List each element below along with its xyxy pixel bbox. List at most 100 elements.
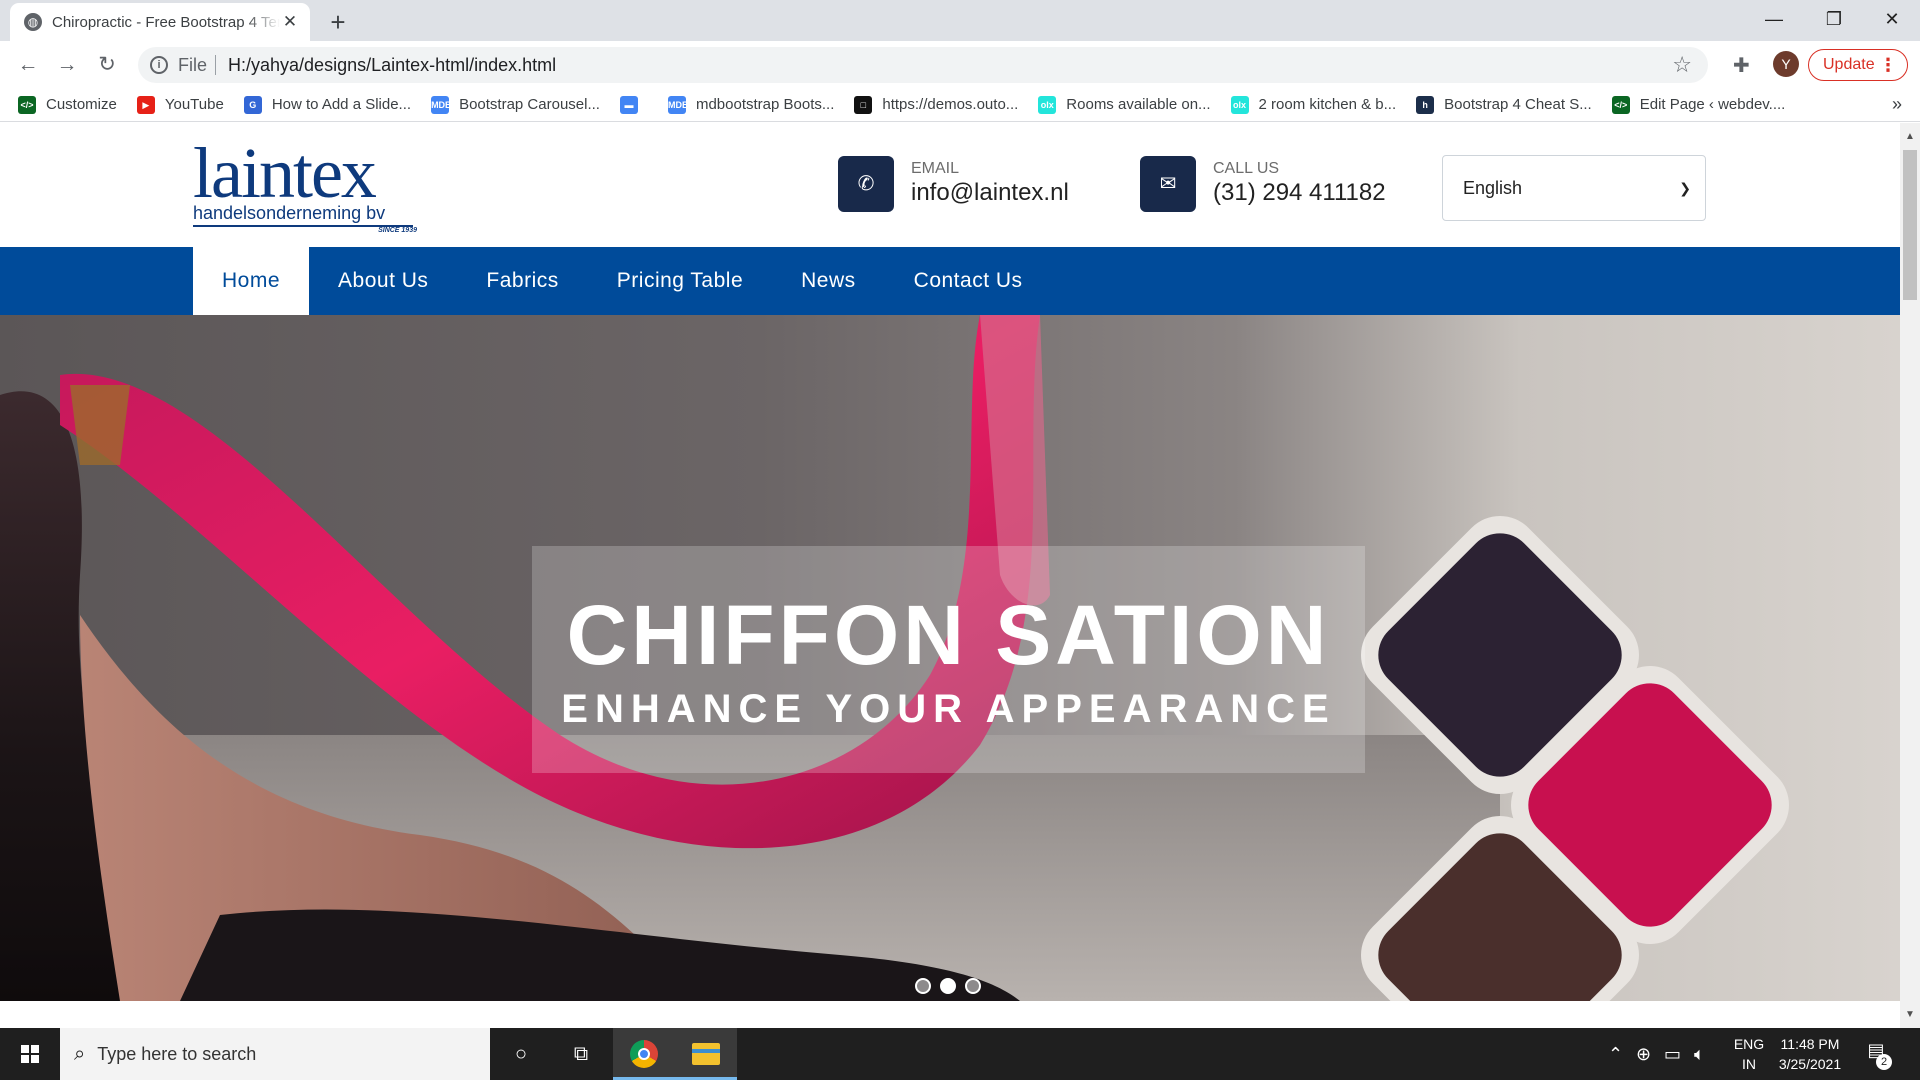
page-content-start [0, 1001, 1900, 1028]
cortana-circle-icon[interactable]: ○ [490, 1028, 552, 1080]
restore-button[interactable]: ❐ [1804, 4, 1864, 34]
hero-caption: CHIFFON SATION ENHANCE YOUR APPEARANCE [532, 546, 1365, 773]
email-value[interactable]: info@laintex.nl [911, 178, 1069, 208]
call-label: CALL US [1213, 160, 1280, 177]
nav-item-news[interactable]: News [772, 247, 885, 315]
new-tab-button[interactable]: + [325, 7, 351, 38]
windows-logo-icon [21, 1045, 39, 1063]
input-language[interactable]: ENG IN [1733, 1034, 1765, 1074]
start-button[interactable] [0, 1028, 60, 1080]
chevron-down-icon: ❯ [1679, 180, 1691, 196]
more-bookmarks-icon[interactable]: » [1892, 94, 1902, 115]
bookmark-label: Customize [46, 96, 117, 113]
folder-icon [692, 1043, 720, 1065]
profile-avatar[interactable]: Y [1773, 51, 1799, 77]
chevron-up-icon[interactable]: ⌃ [1608, 1028, 1623, 1080]
notification-badge: 2 [1876, 1054, 1892, 1070]
clock[interactable]: 11:48 PM 3/25/2021 [1776, 1034, 1844, 1074]
bookmark-item[interactable]: MDB mdbootstrap Boots... [667, 95, 835, 114]
update-label: Update [1823, 56, 1875, 73]
nav-item-home[interactable]: Home [193, 247, 310, 315]
file-explorer-taskbar-button[interactable] [675, 1028, 737, 1080]
bookmark-item[interactable]: □ https://demos.outo... [854, 95, 1019, 114]
url-text[interactable]: H:/yahya/designs/Laintex-html/index.html [228, 55, 1672, 76]
task-view-icon[interactable]: ⧉ [550, 1028, 612, 1080]
extensions-puzzle-icon[interactable]: ✚ [1733, 53, 1750, 78]
bookmark-label: mdbootstrap Boots... [695, 96, 835, 113]
envelope-icon: ✉ [1140, 156, 1196, 212]
bookmark-label: Bootstrap 4 Cheat S... [1444, 96, 1592, 113]
bookmark-item[interactable]: </> Edit Page ‹ webdev.... [1611, 95, 1786, 114]
close-tab-icon[interactable]: ✕ [280, 12, 300, 32]
site-logo[interactable]: laintex handelsonderneming bv SINCE 1939 [193, 133, 423, 234]
scroll-thumb[interactable] [1903, 150, 1917, 300]
bookmark-item[interactable]: MDB Bootstrap Carousel... [431, 95, 600, 114]
tab-title: Chiropractic - Free Bootstrap 4 Template [52, 13, 280, 31]
bookmark-label: https://demos.outo... [882, 96, 1019, 113]
bookmark-item[interactable]: </> Customize [18, 95, 117, 114]
language-select[interactable]: English ❯ [1442, 155, 1706, 221]
chrome-taskbar-button[interactable] [613, 1028, 675, 1080]
olx-icon: olx [1230, 95, 1249, 114]
back-icon[interactable]: ← [14, 51, 42, 79]
scroll-down-arrow-icon[interactable]: ▼ [1900, 1009, 1920, 1020]
hero-title: CHIFFON SATION [566, 588, 1331, 682]
forward-icon[interactable]: → [53, 51, 81, 79]
reload-icon[interactable]: ↻ [93, 51, 121, 79]
globe-icon: ◍ [24, 13, 42, 31]
bookmark-item[interactable]: h Bootstrap 4 Cheat S... [1416, 95, 1592, 114]
info-icon[interactable]: i [150, 56, 168, 74]
nav-list: Home About Us Fabrics Pricing Table News Cont… [193, 247, 1052, 315]
call-value[interactable]: (31) 294 411182 [1213, 178, 1386, 208]
carousel-indicator-2[interactable] [940, 978, 956, 994]
hero-subtitle: ENHANCE YOUR APPEARANCE [561, 687, 1336, 731]
address-bar[interactable]: i File H:/yahya/designs/Laintex-html/ind… [138, 47, 1708, 83]
bookmarks-bar: </> Customize ▶ YouTube G How to Add a Slide.… [0, 88, 1920, 122]
bookmark-item[interactable]: ▶ YouTube [136, 95, 224, 114]
bookmark-star-icon[interactable]: ☆ [1672, 52, 1692, 78]
bookmark-item[interactable]: olx Rooms available on... [1038, 95, 1211, 114]
taskbar-search[interactable]: ⌕ Type here to search [60, 1028, 490, 1080]
bookmark-item[interactable]: G How to Add a Slide... [243, 95, 411, 114]
nav-item-contact-us[interactable]: Contact Us [885, 247, 1052, 315]
language-value: English [1463, 178, 1523, 198]
update-button[interactable]: Update ⋮ [1808, 49, 1908, 81]
bookmark-item[interactable]: olx 2 room kitchen & b... [1230, 95, 1397, 114]
logo-since: SINCE 1939 [378, 227, 417, 234]
minimize-button[interactable]: — [1744, 4, 1804, 34]
scroll-up-arrow-icon[interactable]: ▲ [1900, 131, 1920, 142]
close-window-button[interactable]: ✕ [1862, 4, 1920, 34]
url-scheme-label: File [178, 54, 208, 75]
mdb-icon: MDB [431, 95, 452, 114]
mdb-icon: MDB [667, 95, 688, 114]
battery-icon[interactable]: ▭ [1664, 1028, 1681, 1080]
mdb-icon-2: ▬ [619, 95, 638, 114]
nav-item-fabrics[interactable]: Fabrics [457, 247, 587, 315]
browser-tab[interactable]: ◍ Chiropractic - Free Bootstrap 4 Templa… [10, 3, 310, 41]
call-contact: ✉ CALL US (31) 294 411182 [1140, 156, 1386, 212]
page-scrollbar[interactable]: ▲ ▼ [1900, 123, 1920, 1028]
menu-dots-icon: ⋮ [1879, 55, 1897, 75]
bookmark-label: Edit Page ‹ webdev.... [1639, 96, 1786, 113]
code-icon: </> [18, 95, 36, 114]
bookmark-label: 2 room kitchen & b... [1258, 96, 1397, 113]
bookmark-label: YouTube [164, 96, 224, 113]
page-viewport: laintex handelsonderneming bv SINCE 1939… [0, 123, 1900, 1028]
volume-icon[interactable]: 🔈︎ [1694, 1028, 1705, 1080]
action-center-icon[interactable]: ▤ 2 [1862, 1040, 1892, 1070]
search-icon: ⌕ [74, 1042, 86, 1065]
network-globe-icon[interactable]: ⊕ [1636, 1028, 1651, 1080]
carousel-indicator-3[interactable] [965, 978, 981, 994]
nav-item-pricing-table[interactable]: Pricing Table [588, 247, 772, 315]
divider [215, 55, 217, 75]
region-code: IN [1742, 1056, 1756, 1072]
email-label: EMAIL [911, 160, 960, 177]
h-icon: h [1416, 95, 1435, 114]
browser-toolbar: ← → ↻ i File H:/yahya/designs/Laintex-ht… [0, 41, 1920, 88]
carousel-indicator-1[interactable] [915, 978, 931, 994]
logo-wordmark: laintex [193, 133, 377, 213]
nav-item-about-us[interactable]: About Us [309, 247, 457, 315]
tab-strip: ◍ Chiropractic - Free Bootstrap 4 Templa… [0, 0, 1920, 41]
bookmark-item[interactable]: ▬ [619, 95, 648, 114]
code-icon: </> [1611, 95, 1630, 114]
